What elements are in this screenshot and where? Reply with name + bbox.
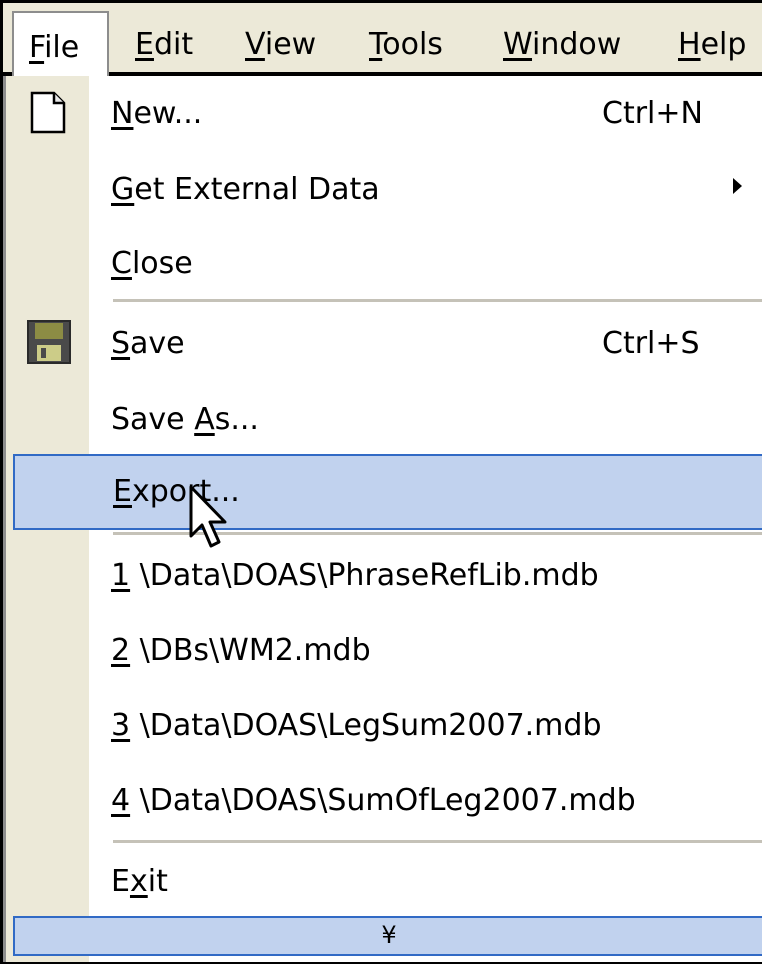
menu-item-recent-file-3[interactable]: 3 \Data\DOAS\LegSum2007.mdb: [6, 688, 762, 764]
floppy-disk-icon: [26, 319, 72, 365]
screenshot-root: File Edit View Tools Window Help New... …: [0, 0, 762, 964]
close-rest: lose: [131, 246, 193, 281]
menu-item-close[interactable]: Close: [6, 226, 762, 302]
new-shortcut: Ctrl+N: [602, 96, 703, 131]
new-accel: N: [111, 96, 134, 131]
menu-separator: [113, 299, 762, 302]
menu-separator: [113, 840, 762, 843]
menu-view-rest: iew: [264, 27, 317, 62]
save-rest: ave: [130, 326, 185, 361]
menu-help[interactable]: Help: [678, 3, 746, 72]
menu-item-save-label: Save: [111, 306, 185, 382]
menu-item-close-label: Close: [111, 226, 193, 302]
close-accel: C: [111, 246, 132, 281]
menu-item-get-external-data[interactable]: Get External Data: [6, 152, 762, 228]
exit-accel: x: [129, 864, 148, 899]
menu-item-save[interactable]: Save Ctrl+S: [6, 306, 762, 382]
menu-view[interactable]: View: [245, 3, 316, 72]
save-as-pre: Save: [111, 402, 195, 437]
exit-rest: it: [147, 864, 168, 899]
export-accel: E: [113, 474, 132, 509]
menu-tools-accel: T: [369, 27, 383, 62]
save-as-rest: s...: [214, 402, 259, 437]
recent-file-1-path: \Data\DOAS\PhraseRefLib.mdb: [130, 558, 599, 593]
menu-window-rest: indow: [532, 27, 622, 62]
menu-edit[interactable]: Edit: [135, 3, 193, 72]
recent-file-2-label: 2 \DBs\WM2.mdb: [111, 613, 371, 689]
menu-help-rest: elp: [700, 27, 747, 62]
menu-item-save-as-label: Save As...: [111, 382, 259, 458]
menu-help-accel: H: [678, 27, 701, 62]
expand-menu-button[interactable]: ¥: [13, 916, 762, 956]
menu-item-exit-label: Exit: [111, 844, 168, 920]
menu-edit-accel: E: [135, 27, 154, 62]
save-accel: S: [111, 326, 131, 361]
get-external-rest: et External Data: [134, 172, 380, 207]
recent-file-4-path: \Data\DOAS\SumOfLeg2007.mdb: [130, 783, 636, 818]
file-menu-dropdown: New... Ctrl+N Get External Data Close Sa…: [3, 76, 762, 962]
menu-item-new[interactable]: New... Ctrl+N: [6, 76, 762, 152]
recent-file-1-num: 1: [111, 558, 131, 593]
recent-file-3-path: \Data\DOAS\LegSum2007.mdb: [130, 708, 602, 743]
double-chevron-down-icon: ¥: [381, 921, 397, 949]
menu-item-get-external-data-label: Get External Data: [111, 152, 380, 228]
recent-file-2-path: \DBs\WM2.mdb: [130, 633, 371, 668]
get-external-accel: G: [111, 172, 135, 207]
recent-file-3-num: 3: [111, 708, 131, 743]
menu-tools-rest: ools: [382, 27, 443, 62]
menu-item-save-as[interactable]: Save As...: [6, 382, 762, 458]
recent-file-2-num: 2: [111, 633, 131, 668]
menu-item-recent-file-2[interactable]: 2 \DBs\WM2.mdb: [6, 613, 762, 689]
recent-file-4-label: 4 \Data\DOAS\SumOfLeg2007.mdb: [111, 763, 636, 839]
menu-edit-rest: dit: [153, 27, 194, 62]
menu-bar: File Edit View Tools Window Help: [3, 3, 762, 81]
menu-item-new-label: New...: [111, 76, 202, 152]
recent-file-4-num: 4: [111, 783, 131, 818]
menu-window[interactable]: Window: [503, 3, 621, 72]
menu-file[interactable]: File: [12, 11, 109, 81]
new-rest: ew...: [133, 96, 203, 131]
menu-item-recent-file-4[interactable]: 4 \Data\DOAS\SumOfLeg2007.mdb: [6, 763, 762, 839]
save-shortcut: Ctrl+S: [602, 326, 700, 361]
menu-view-accel: V: [245, 27, 265, 62]
menu-file-rest: ile: [44, 30, 80, 65]
submenu-arrow-icon: [733, 178, 742, 194]
mouse-pointer-icon: [188, 484, 230, 554]
new-document-icon: [26, 90, 72, 136]
recent-file-3-label: 3 \Data\DOAS\LegSum2007.mdb: [111, 688, 602, 764]
recent-file-1-label: 1 \Data\DOAS\PhraseRefLib.mdb: [111, 538, 599, 614]
menu-item-exit[interactable]: Exit: [6, 844, 762, 920]
menu-item-recent-file-1[interactable]: 1 \Data\DOAS\PhraseRefLib.mdb: [6, 538, 762, 614]
menu-window-accel: W: [503, 27, 533, 62]
exit-pre: E: [111, 864, 130, 899]
menu-tools[interactable]: Tools: [369, 3, 443, 72]
save-as-accel: A: [194, 402, 215, 437]
menu-file-accel: F: [29, 30, 45, 65]
menu-item-export[interactable]: Export...: [13, 454, 762, 530]
